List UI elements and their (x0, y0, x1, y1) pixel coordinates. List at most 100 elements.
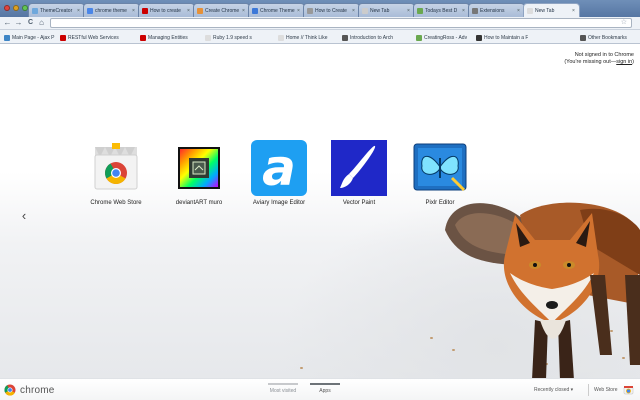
bookmark-favicon-icon (580, 34, 586, 41)
app-label: Chrome Web Store (90, 200, 142, 206)
toolbar: ← → C ⌂ ☆ (0, 17, 640, 30)
leaf-debris (430, 337, 433, 339)
tab-label: ThemeCreator (40, 7, 73, 14)
tab[interactable]: New Tab × (523, 3, 580, 17)
tab-label: New Tab (370, 7, 390, 14)
tab-list: ThemeCreator × chrome theme × How to create ×… (28, 3, 580, 17)
bookmark-item[interactable]: RESTful Web Services (60, 34, 134, 41)
bookmark-favicon-icon (205, 34, 211, 41)
tab[interactable]: Extensions × (468, 3, 525, 17)
bookmark-item[interactable]: CreatingRoss - Adv (416, 34, 478, 41)
svg-text:a: a (262, 140, 296, 196)
bookmark-label: How to Maintain a F (484, 34, 529, 41)
close-window-button[interactable] (4, 5, 10, 11)
tab-close-icon[interactable]: × (242, 8, 246, 14)
tab[interactable]: Chrome Theme × (248, 3, 305, 17)
vector-paint-icon (331, 140, 387, 196)
bookmark-item[interactable]: Introduction to Arch (342, 34, 408, 41)
tab-label: chrome theme (95, 7, 127, 14)
tab-close-icon[interactable]: × (77, 8, 81, 14)
bookmark-label: Main Page - Ajax P (12, 34, 55, 41)
tab[interactable]: How to create × (138, 3, 195, 17)
tab-favicon-icon (417, 7, 423, 14)
previous-page-chevron-icon[interactable]: ‹ (19, 208, 29, 223)
bookmark-favicon-icon (140, 34, 146, 41)
signin-notice: Not signed in to Chrome (You're missing … (564, 52, 634, 66)
tab-close-icon[interactable]: × (132, 8, 136, 14)
deviantart-muro-icon (171, 140, 227, 196)
tab-label: How to Create (315, 7, 347, 14)
tab-strip: ThemeCreator × chrome theme × How to create ×… (0, 0, 640, 17)
bookmark-label: Managing Entities (148, 34, 188, 41)
bookmark-label: Introduction to Arch (350, 34, 394, 41)
footer-divider (588, 384, 589, 396)
tab[interactable]: New Tab × (358, 3, 415, 17)
app-label: Vector Paint (342, 200, 376, 206)
web-store-icon[interactable] (623, 384, 634, 395)
bookmark-label: CreatingRoss - Adv (424, 34, 468, 41)
tab-close-icon[interactable]: × (572, 8, 576, 14)
app-aviary-image-editor[interactable]: a Aviary Image Editor (237, 139, 321, 206)
other-bookmarks-folder[interactable]: Other Bookmarks (580, 34, 636, 41)
tab-favicon-icon (472, 7, 478, 14)
omnibox[interactable]: ☆ (50, 18, 632, 28)
tab-label: New Tab (535, 7, 555, 14)
web-store-link[interactable]: Web Store (594, 387, 618, 393)
tab-close-icon[interactable]: × (407, 8, 411, 14)
pixlr-icon (412, 140, 468, 196)
tab[interactable]: Todays Best D × (413, 3, 470, 17)
bookmark-item[interactable]: Ruby 1.9 speed s (205, 34, 277, 41)
signin-status: Not signed in to Chrome (574, 52, 634, 58)
bookmark-item[interactable]: Managing Entities (140, 34, 198, 41)
page-switcher-apps[interactable]: Apps (310, 383, 340, 397)
bookmark-favicon-icon (4, 34, 10, 41)
minimize-window-button[interactable] (13, 5, 19, 11)
forward-button[interactable]: → (14, 18, 23, 28)
tab[interactable]: How to Create × (303, 3, 360, 17)
page-label: Apps (319, 388, 331, 394)
tab-close-icon[interactable]: × (352, 8, 356, 14)
app-deviantart-muro[interactable]: deviantART muro (157, 140, 241, 206)
bookmark-item[interactable]: How to Maintain a F (476, 34, 556, 41)
tab-label: Create Chrome (205, 7, 240, 14)
back-button[interactable]: ← (3, 18, 12, 28)
page-switcher-most-visited[interactable]: Most visited (268, 383, 298, 397)
bookmark-star-icon[interactable]: ☆ (621, 18, 627, 26)
tab[interactable]: ThemeCreator × (28, 3, 85, 17)
signin-hint: (You're missing out—sign in) (564, 59, 634, 65)
tab-close-icon[interactable]: × (297, 8, 301, 14)
bookmark-label: Home // Think Like (286, 34, 328, 41)
reload-button[interactable]: C (26, 18, 35, 28)
bookmark-favicon-icon (278, 34, 284, 41)
tab-favicon-icon (142, 7, 148, 14)
address-input[interactable] (54, 20, 628, 26)
signin-link[interactable]: sign in (616, 59, 632, 65)
app-chrome-web-store[interactable]: Chrome Web Store (74, 140, 158, 206)
tab-close-icon[interactable]: × (517, 8, 521, 14)
page-label: Most visited (269, 388, 297, 394)
bookmark-favicon-icon (476, 34, 482, 41)
new-tab-page: Not signed in to Chrome (You're missing … (0, 45, 640, 378)
home-button[interactable]: ⌂ (37, 18, 46, 28)
app-label: deviantART muro (175, 200, 223, 206)
tab[interactable]: Create Chrome × (193, 3, 250, 17)
tab[interactable]: chrome theme × (83, 3, 140, 17)
recently-closed-menu[interactable]: Recently closed ▾ (534, 387, 573, 393)
bookmark-item[interactable]: Home // Think Like (278, 34, 336, 41)
bookmark-label: RESTful Web Services (68, 34, 119, 41)
tab-close-icon[interactable]: × (187, 8, 191, 14)
tab-label: Extensions (480, 7, 505, 14)
app-pixlr-editor[interactable]: Pixlr Editor (398, 140, 482, 206)
page-indicator-bar (310, 383, 340, 385)
bookmark-favicon-icon (416, 34, 422, 41)
chrome-web-store-icon (88, 140, 144, 196)
tab-label: Todays Best D (425, 7, 458, 14)
tab-label: How to create (150, 7, 181, 14)
tab-close-icon[interactable]: × (462, 8, 466, 14)
bookmark-label: Other Bookmarks (588, 34, 627, 41)
tab-favicon-icon (307, 7, 313, 14)
tab-label: Chrome Theme (260, 7, 295, 14)
app-vector-paint[interactable]: Vector Paint (317, 140, 401, 206)
tab-favicon-icon (362, 7, 368, 14)
app-label: Aviary Image Editor (252, 200, 306, 206)
